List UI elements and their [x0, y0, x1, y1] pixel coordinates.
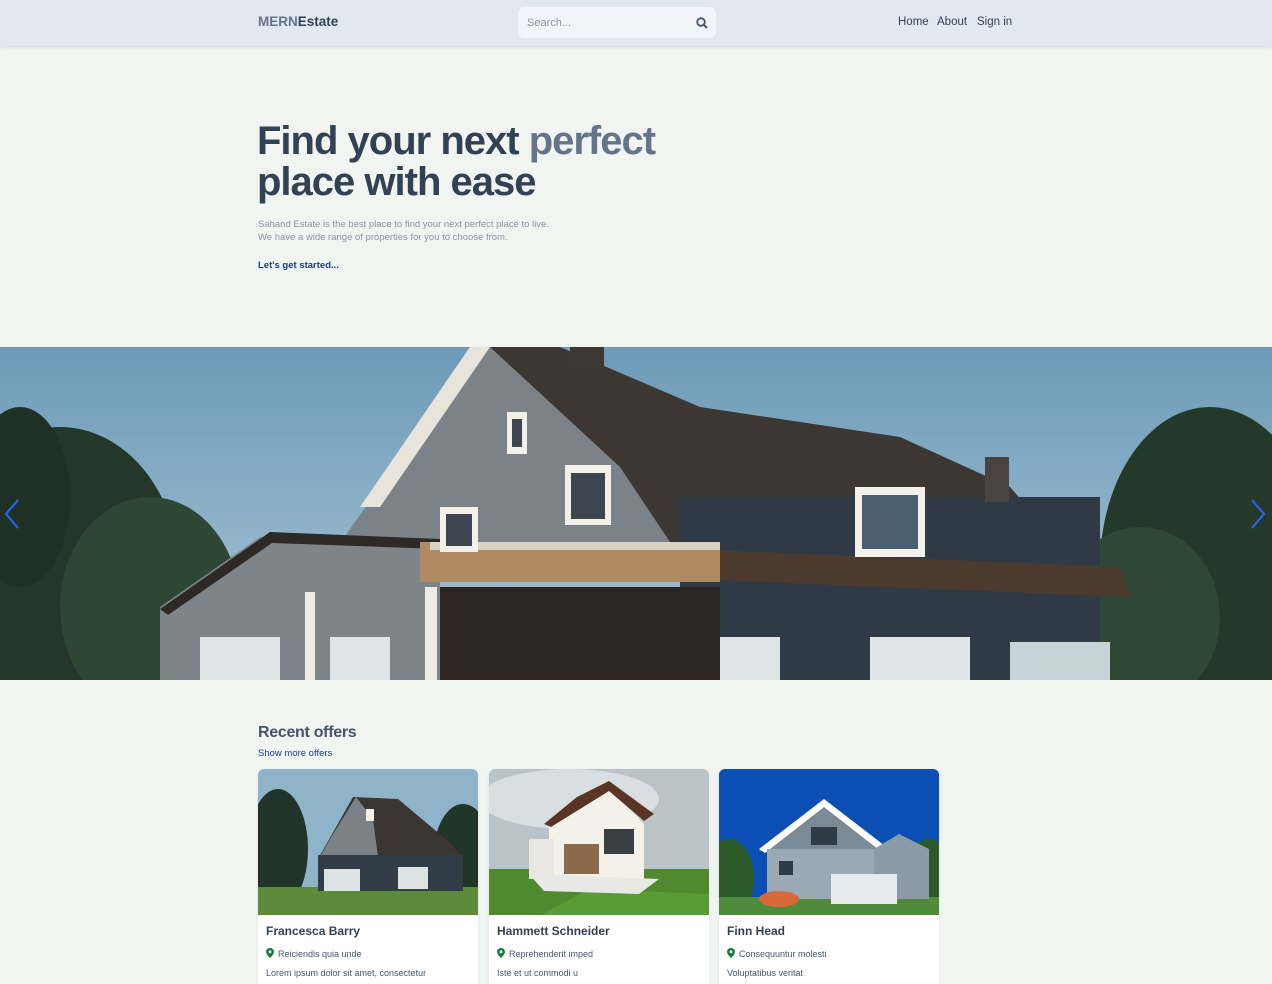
search-icon[interactable] [695, 16, 709, 30]
listing-location-text: Reiciendis quia unde [278, 949, 362, 959]
nav-about[interactable]: About [937, 15, 967, 29]
listing-slider[interactable] [0, 347, 1272, 680]
listing-description: Lorem ipsum dolor sit amet, consectetur [266, 968, 427, 978]
hero-subtitle: Sahand Estate is the best place to find … [258, 218, 549, 244]
hero-subtitle-line2: We have a wide range of properties for y… [258, 232, 508, 243]
listing-name: Hammett Schneider [497, 924, 610, 938]
listing-card[interactable]: Francesca Barry Reiciendis quia unde Lor… [258, 769, 478, 984]
get-started-link[interactable]: Let's get started... [258, 260, 339, 271]
logo-estate: Estate [297, 14, 339, 29]
hero-title-highlight: perfect [528, 119, 656, 163]
hero-title-part2: place with ease [257, 160, 536, 204]
listing-location: Reiciendis quia unde [266, 948, 362, 960]
slider-next-chevron-right-icon[interactable] [1248, 497, 1268, 531]
location-pin-icon [266, 948, 274, 960]
nav-sign-in[interactable]: Sign in [977, 15, 1012, 29]
search-form [518, 7, 716, 38]
listing-name: Finn Head [727, 924, 786, 938]
slider-image [0, 347, 1272, 680]
listing-location-text: Consequuntur molesti [739, 949, 827, 959]
listing-card[interactable]: Finn Head Consequuntur molesti Voluptati… [719, 769, 939, 984]
location-pin-icon [727, 948, 735, 960]
location-pin-icon [497, 948, 505, 960]
listing-description: Voluptatibus veritat [727, 968, 804, 978]
listing-location-text: Reprehenderit imped [509, 949, 594, 959]
hero-title: Find your next perfect place with ease [257, 121, 777, 203]
listing-card[interactable]: Hammett Schneider Reprehenderit imped Is… [489, 769, 709, 984]
hero-title-part1: Find your next [257, 119, 529, 163]
listing-image [719, 769, 939, 915]
listing-location: Consequuntur molesti [727, 948, 827, 960]
nav-home[interactable]: Home [898, 15, 929, 29]
listing-description: Iste et ut commodi u [497, 968, 579, 978]
show-more-offers-link[interactable]: Show more offers [258, 748, 332, 759]
site-header: MERNEstate Home About Sign in [0, 0, 1272, 46]
listing-name: Francesca Barry [266, 924, 361, 938]
hero-subtitle-line1: Sahand Estate is the best place to find … [258, 219, 549, 230]
listing-image [258, 769, 478, 915]
slider-prev-chevron-left-icon[interactable] [2, 497, 22, 531]
logo-mern: MERN [258, 14, 298, 29]
logo[interactable]: MERNEstate [258, 14, 338, 30]
recent-offers-title: Recent offers [258, 724, 357, 741]
listing-location: Reprehenderit imped [497, 948, 593, 960]
listing-image [489, 769, 709, 915]
search-input[interactable] [518, 7, 688, 38]
